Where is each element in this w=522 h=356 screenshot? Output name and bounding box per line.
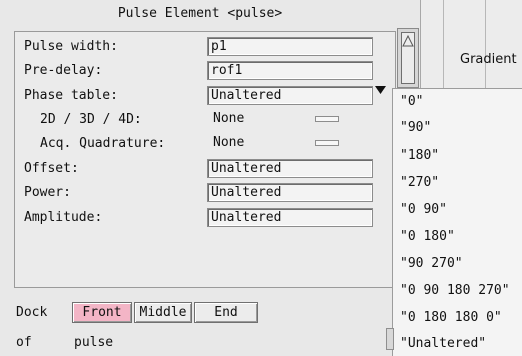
menu-option[interactable]: "0" (400, 94, 423, 109)
offset-input[interactable]: Unaltered (207, 159, 373, 178)
menu-option[interactable]: "0 180 180 0" (400, 310, 502, 325)
dimension-value: None (213, 111, 245, 126)
background-window (420, 0, 522, 88)
acq-quadrature-menu-button[interactable]: None (207, 134, 345, 152)
scrollbar[interactable] (397, 28, 419, 88)
menu-indicator-icon (315, 116, 339, 122)
menu-option[interactable]: "0 90 180 270" (400, 283, 510, 298)
dock-front-button[interactable]: Front (72, 302, 132, 323)
acq-quadrature-label: Acq. Quadrature: (40, 136, 166, 151)
menu-option[interactable]: "0 90" (400, 202, 447, 217)
dock-label: Dock (16, 305, 48, 320)
menu-indicator-icon (315, 140, 339, 146)
gradient-label: Gradient (460, 52, 517, 67)
pre-delay-input[interactable]: rof1 (207, 61, 373, 80)
resize-handle[interactable] (386, 328, 394, 350)
phase-table-label: Phase table: (24, 88, 118, 103)
acq-quadrature-value: None (213, 135, 245, 150)
offset-label: Offset: (24, 161, 79, 176)
phase-table-input[interactable]: Unaltered (207, 86, 373, 105)
scrollbar-thumb[interactable] (401, 32, 415, 84)
menu-option[interactable]: "90" (400, 120, 431, 135)
window-title: Pulse Element <pulse> (117, 6, 283, 21)
menu-option[interactable]: "90 270" (400, 256, 463, 271)
dropdown-arrow-icon[interactable] (375, 86, 386, 94)
menu-option[interactable]: "180" (400, 148, 439, 163)
pre-delay-label: Pre-delay: (24, 63, 103, 78)
pulse-width-label: Pulse width: (24, 39, 118, 54)
menu-option[interactable]: "0 180" (400, 229, 455, 244)
pulse-label: pulse (74, 335, 114, 350)
dimension-menu-button[interactable]: None (207, 110, 345, 128)
power-label: Power: (24, 185, 71, 200)
menu-option[interactable]: "270" (400, 175, 439, 190)
scroll-up-arrow-icon (402, 35, 414, 47)
dock-end-button[interactable]: End (194, 302, 258, 323)
menu-option[interactable]: "Unaltered" (400, 336, 486, 351)
dock-middle-button[interactable]: Middle (134, 302, 192, 323)
amplitude-input[interactable]: Unaltered (207, 208, 373, 227)
dimension-label: 2D / 3D / 4D: (40, 112, 142, 127)
amplitude-label: Amplitude: (24, 210, 103, 225)
power-input[interactable]: Unaltered (207, 183, 373, 202)
pulse-width-input[interactable]: p1 (207, 37, 373, 56)
of-label: of (16, 335, 32, 350)
